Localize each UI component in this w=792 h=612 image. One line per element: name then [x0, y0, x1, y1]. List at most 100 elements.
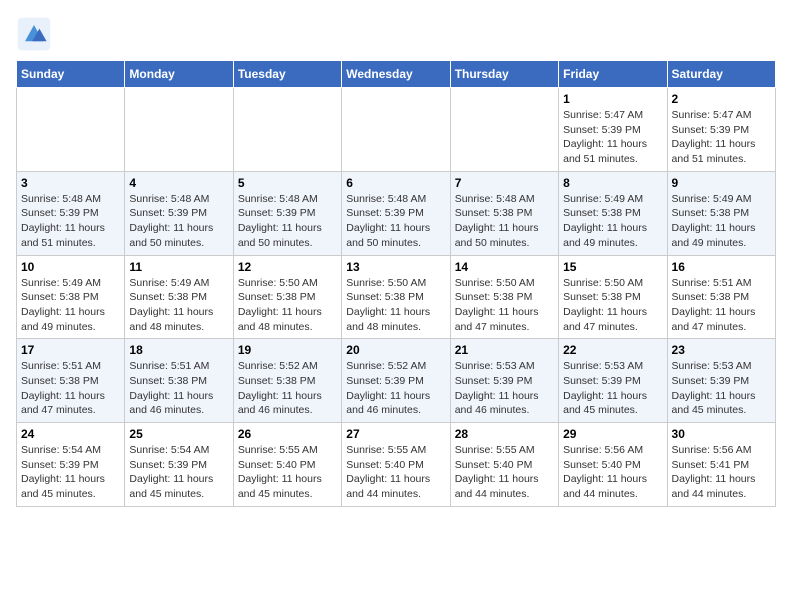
day-number: 28 [455, 427, 554, 441]
day-info: Sunrise: 5:49 AM Sunset: 5:38 PM Dayligh… [672, 192, 771, 251]
day-number: 17 [21, 343, 120, 357]
calendar-cell: 21 Sunrise: 5:53 AM Sunset: 5:39 PM Dayli… [450, 339, 558, 423]
calendar-cell: 8Sunrise: 5:49 AM Sunset: 5:38 PM Daylig… [559, 171, 667, 255]
calendar-cell: 4 Sunrise: 5:48 AM Sunset: 5:39 PM Daylig… [125, 171, 233, 255]
day-number: 11 [129, 260, 228, 274]
calendar-cell: 11 Sunrise: 5:49 AM Sunset: 5:38 PM Dayli… [125, 255, 233, 339]
day-info: Sunrise: 5:55 AM Sunset: 5:40 PM Dayligh… [455, 443, 554, 502]
day-number: 13 [346, 260, 445, 274]
day-number: 25 [129, 427, 228, 441]
day-number: 8 [563, 176, 662, 190]
calendar-cell [17, 88, 125, 172]
day-number: 4 [129, 176, 228, 190]
calendar-cell: 3 Sunrise: 5:48 AM Sunset: 5:39 PM Daylig… [17, 171, 125, 255]
calendar-cell: 20 Sunrise: 5:52 AM Sunset: 5:39 PM Dayli… [342, 339, 450, 423]
day-info: Sunrise: 5:48 AM Sunset: 5:39 PM Dayligh… [346, 192, 445, 251]
day-number: 27 [346, 427, 445, 441]
day-number: 29 [563, 427, 662, 441]
day-info: Sunrise: 5:50 AM Sunset: 5:38 PM Dayligh… [346, 276, 445, 335]
day-number: 16 [672, 260, 771, 274]
calendar-cell: 22Sunrise: 5:53 AM Sunset: 5:39 PM Dayli… [559, 339, 667, 423]
calendar-cell: 18Sunrise: 5:51 AM Sunset: 5:38 PM Dayli… [125, 339, 233, 423]
calendar-cell: 19 Sunrise: 5:52 AM Sunset: 5:38 PM Dayli… [233, 339, 341, 423]
weekday-header: Friday [559, 61, 667, 88]
calendar-cell: 23Sunrise: 5:53 AM Sunset: 5:39 PM Dayli… [667, 339, 775, 423]
day-info: Sunrise: 5:49 AM Sunset: 5:38 PM Dayligh… [21, 276, 120, 335]
calendar-cell: 29 Sunrise: 5:56 AM Sunset: 5:40 PM Dayli… [559, 423, 667, 507]
calendar-cell [125, 88, 233, 172]
calendar-cell: 1 Sunrise: 5:47 AM Sunset: 5:39 PM Daylig… [559, 88, 667, 172]
day-number: 2 [672, 92, 771, 106]
day-number: 24 [21, 427, 120, 441]
day-info: Sunrise: 5:53 AM Sunset: 5:39 PM Dayligh… [455, 359, 554, 418]
calendar-cell: 13 Sunrise: 5:50 AM Sunset: 5:38 PM Dayli… [342, 255, 450, 339]
day-info: Sunrise: 5:53 AM Sunset: 5:39 PM Dayligh… [672, 359, 771, 418]
day-info: Sunrise: 5:51 AM Sunset: 5:38 PM Dayligh… [672, 276, 771, 335]
calendar-cell: 16 Sunrise: 5:51 AM Sunset: 5:38 PM Dayli… [667, 255, 775, 339]
calendar-cell: 12 Sunrise: 5:50 AM Sunset: 5:38 PM Dayli… [233, 255, 341, 339]
day-info: Sunrise: 5:51 AM Sunset: 5:38 PM Dayligh… [21, 359, 120, 418]
day-number: 26 [238, 427, 337, 441]
calendar-cell [233, 88, 341, 172]
day-number: 10 [21, 260, 120, 274]
day-info: Sunrise: 5:48 AM Sunset: 5:38 PM Dayligh… [455, 192, 554, 251]
day-info: Sunrise: 5:53 AM Sunset: 5:39 PM Dayligh… [563, 359, 662, 418]
day-info: Sunrise: 5:48 AM Sunset: 5:39 PM Dayligh… [129, 192, 228, 251]
calendar-cell: 6 Sunrise: 5:48 AM Sunset: 5:39 PM Daylig… [342, 171, 450, 255]
day-number: 7 [455, 176, 554, 190]
day-number: 12 [238, 260, 337, 274]
day-number: 15 [563, 260, 662, 274]
calendar-cell: 30Sunrise: 5:56 AM Sunset: 5:41 PM Dayli… [667, 423, 775, 507]
weekday-header: Sunday [17, 61, 125, 88]
calendar-cell: 10 Sunrise: 5:49 AM Sunset: 5:38 PM Dayli… [17, 255, 125, 339]
calendar-cell: 5 Sunrise: 5:48 AM Sunset: 5:39 PM Daylig… [233, 171, 341, 255]
calendar-cell: 27 Sunrise: 5:55 AM Sunset: 5:40 PM Dayli… [342, 423, 450, 507]
calendar-cell: 15 Sunrise: 5:50 AM Sunset: 5:38 PM Dayli… [559, 255, 667, 339]
calendar-cell [342, 88, 450, 172]
calendar-cell: 25 Sunrise: 5:54 AM Sunset: 5:39 PM Dayli… [125, 423, 233, 507]
logo-icon [16, 16, 52, 52]
calendar-cell: 24 Sunrise: 5:54 AM Sunset: 5:39 PM Dayli… [17, 423, 125, 507]
day-number: 14 [455, 260, 554, 274]
calendar-cell: 9Sunrise: 5:49 AM Sunset: 5:38 PM Daylig… [667, 171, 775, 255]
day-info: Sunrise: 5:52 AM Sunset: 5:38 PM Dayligh… [238, 359, 337, 418]
calendar-cell: 17 Sunrise: 5:51 AM Sunset: 5:38 PM Dayli… [17, 339, 125, 423]
day-info: Sunrise: 5:48 AM Sunset: 5:39 PM Dayligh… [21, 192, 120, 251]
calendar-week-row: 10 Sunrise: 5:49 AM Sunset: 5:38 PM Dayli… [17, 255, 776, 339]
day-info: Sunrise: 5:47 AM Sunset: 5:39 PM Dayligh… [672, 108, 771, 167]
day-info: Sunrise: 5:48 AM Sunset: 5:39 PM Dayligh… [238, 192, 337, 251]
day-number: 1 [563, 92, 662, 106]
calendar-cell [450, 88, 558, 172]
calendar-cell: 28 Sunrise: 5:55 AM Sunset: 5:40 PM Dayli… [450, 423, 558, 507]
weekday-header: Saturday [667, 61, 775, 88]
day-info: Sunrise: 5:54 AM Sunset: 5:39 PM Dayligh… [129, 443, 228, 502]
day-info: Sunrise: 5:56 AM Sunset: 5:41 PM Dayligh… [672, 443, 771, 502]
day-info: Sunrise: 5:55 AM Sunset: 5:40 PM Dayligh… [346, 443, 445, 502]
calendar-header-row: SundayMondayTuesdayWednesdayThursdayFrid… [17, 61, 776, 88]
weekday-header: Wednesday [342, 61, 450, 88]
day-number: 5 [238, 176, 337, 190]
day-info: Sunrise: 5:56 AM Sunset: 5:40 PM Dayligh… [563, 443, 662, 502]
calendar-cell: 26Sunrise: 5:55 AM Sunset: 5:40 PM Dayli… [233, 423, 341, 507]
day-info: Sunrise: 5:50 AM Sunset: 5:38 PM Dayligh… [238, 276, 337, 335]
page-header [16, 16, 776, 52]
weekday-header: Monday [125, 61, 233, 88]
weekday-header: Tuesday [233, 61, 341, 88]
day-number: 21 [455, 343, 554, 357]
day-info: Sunrise: 5:49 AM Sunset: 5:38 PM Dayligh… [129, 276, 228, 335]
calendar-cell: 2 Sunrise: 5:47 AM Sunset: 5:39 PM Daylig… [667, 88, 775, 172]
day-info: Sunrise: 5:50 AM Sunset: 5:38 PM Dayligh… [563, 276, 662, 335]
calendar-week-row: 24 Sunrise: 5:54 AM Sunset: 5:39 PM Dayli… [17, 423, 776, 507]
day-number: 20 [346, 343, 445, 357]
day-info: Sunrise: 5:47 AM Sunset: 5:39 PM Dayligh… [563, 108, 662, 167]
day-info: Sunrise: 5:52 AM Sunset: 5:39 PM Dayligh… [346, 359, 445, 418]
day-info: Sunrise: 5:54 AM Sunset: 5:39 PM Dayligh… [21, 443, 120, 502]
calendar-cell: 14Sunrise: 5:50 AM Sunset: 5:38 PM Dayli… [450, 255, 558, 339]
day-number: 6 [346, 176, 445, 190]
day-number: 19 [238, 343, 337, 357]
day-info: Sunrise: 5:51 AM Sunset: 5:38 PM Dayligh… [129, 359, 228, 418]
calendar-table: SundayMondayTuesdayWednesdayThursdayFrid… [16, 60, 776, 507]
calendar-cell: 7 Sunrise: 5:48 AM Sunset: 5:38 PM Daylig… [450, 171, 558, 255]
calendar-week-row: 17 Sunrise: 5:51 AM Sunset: 5:38 PM Dayli… [17, 339, 776, 423]
day-number: 3 [21, 176, 120, 190]
